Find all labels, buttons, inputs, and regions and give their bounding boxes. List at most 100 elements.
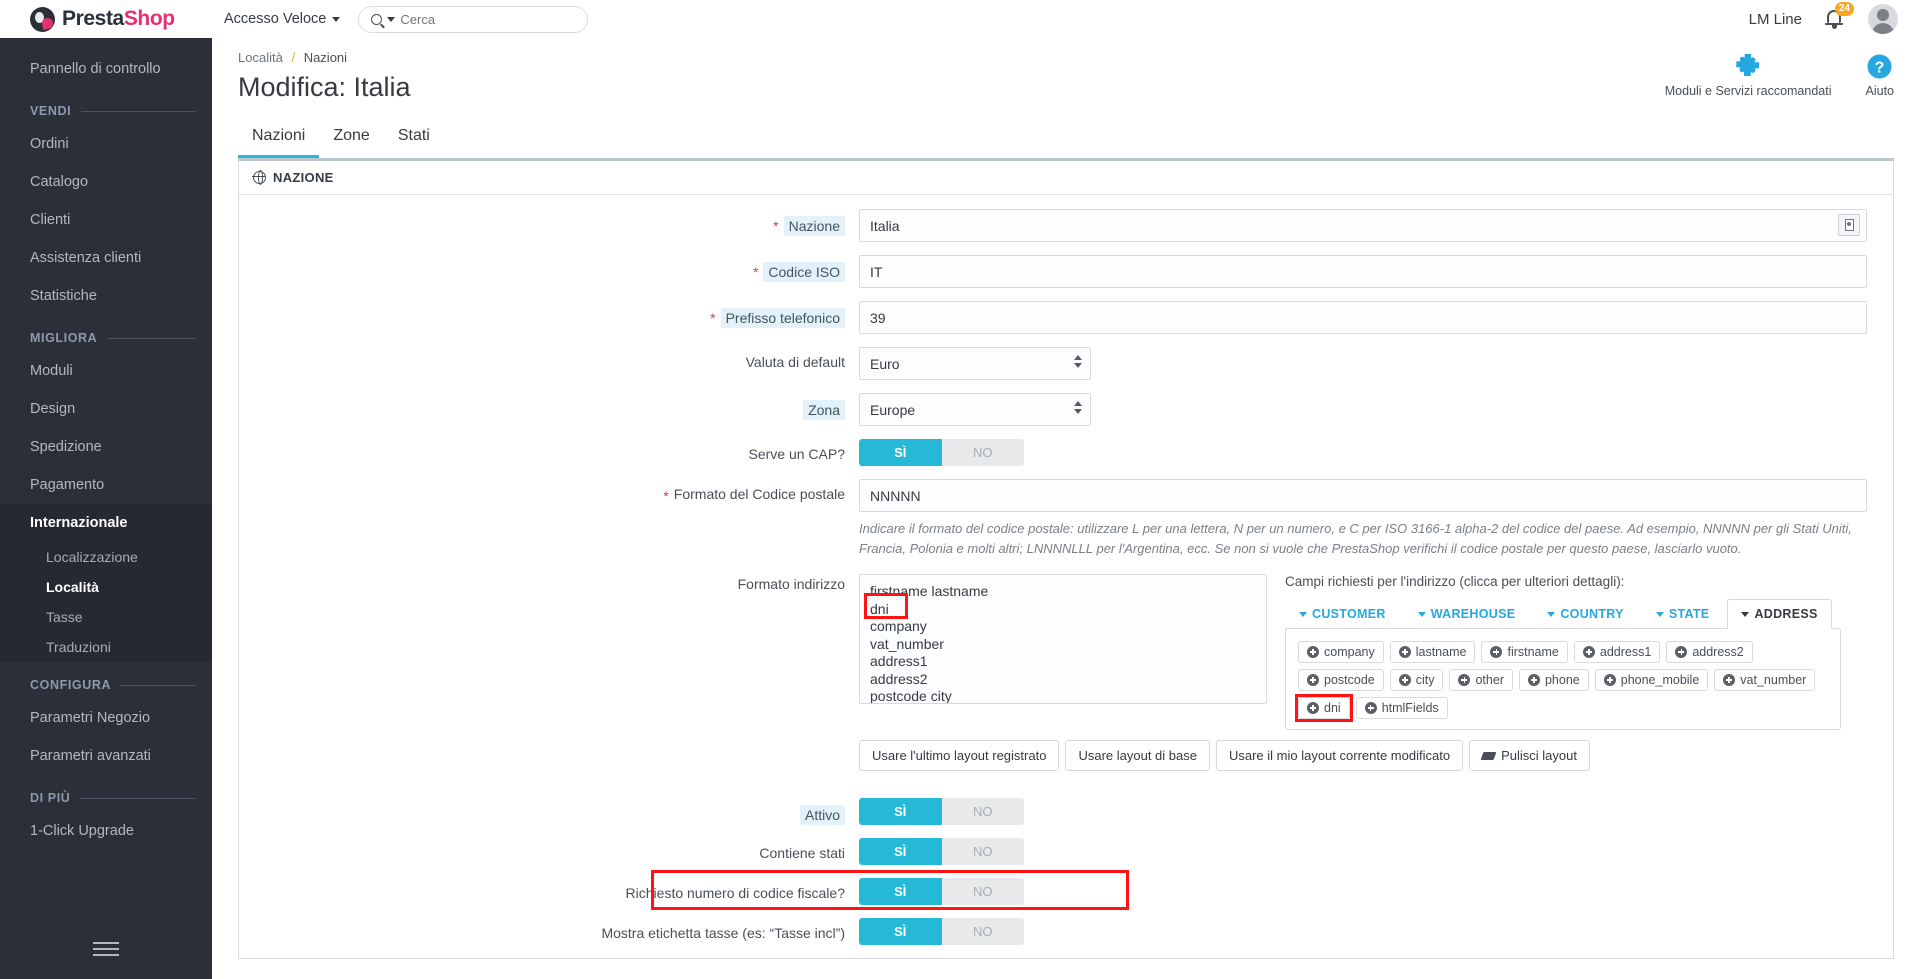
chip-phone-mobile[interactable]: phone_mobile [1594,669,1709,691]
required-asterisk: * [663,488,669,504]
chip-address1[interactable]: address1 [1573,641,1661,663]
breadcrumb-parent[interactable]: Località [238,50,283,65]
chip-address2[interactable]: address2 [1666,641,1753,663]
sidebar-item-payment[interactable]: Pagamento [0,466,212,504]
display-tax-yes[interactable]: SÌ [859,918,942,945]
tab-stati[interactable]: Stati [384,119,444,158]
use-default-layout-button[interactable]: Usare layout di base [1065,740,1210,771]
contains-states-no[interactable]: NO [941,838,1024,865]
needs-zip-no[interactable]: NO [941,439,1024,466]
plus-icon [1675,646,1688,658]
use-current-modified-layout-button[interactable]: Usare il mio layout corrente modificato [1215,740,1464,771]
sidebar-item-customers[interactable]: Clienti [0,201,212,239]
chip-firstname[interactable]: firstname [1481,641,1568,663]
sidebar-subitem-taxes[interactable]: Tasse [0,602,212,632]
tax-id-yes[interactable]: SÌ [859,878,942,905]
sidebar-item-catalog[interactable]: Catalogo [0,163,212,201]
chip-vat-number[interactable]: vat_number [1714,669,1816,691]
recommended-modules-button[interactable]: Moduli e Servizi raccomandati [1665,50,1832,98]
chip-postcode[interactable]: postcode [1298,669,1384,691]
field-tab-address-label: ADDRESS [1754,607,1818,621]
logo-text: PrestaShop [62,7,175,31]
plus-icon [1458,674,1471,686]
iso-control [859,255,1893,288]
sidebar-item-shipping[interactable]: Spedizione [0,428,212,466]
sidebar-section-sell-label: VENDI [30,104,72,118]
field-tab-country[interactable]: COUNTRY [1533,599,1637,628]
language-flag-button[interactable] [1838,214,1860,236]
quick-access-menu[interactable]: Accesso Veloce [224,11,341,27]
search-input[interactable] [400,11,576,27]
top-bar: PrestaShop Accesso Veloce LM Line 24 [0,0,1920,38]
active-no[interactable]: NO [941,798,1024,825]
sidebar-item-orders[interactable]: Ordini [0,125,212,163]
sidebar-item-customer-service[interactable]: Assistenza clienti [0,239,212,277]
field-tab-address[interactable]: ADDRESS [1727,599,1832,629]
needs-zip-toggle[interactable]: SÌ NO [859,439,1024,466]
currency-label-wrap: Valuta di default [239,347,859,370]
chevron-down-icon [332,16,341,22]
address-line: vat_number [870,635,944,652]
field-tab-state[interactable]: STATE [1642,599,1724,628]
tab-nazioni[interactable]: Nazioni [238,119,320,158]
sidebar-collapse-toggle[interactable] [0,919,212,979]
zip-format-input[interactable] [859,479,1867,512]
sidebar-item-dashboard[interactable]: Pannello di controllo [0,50,212,88]
recommended-modules-label: Moduli e Servizi raccomandati [1664,84,1832,98]
clear-layout-button[interactable]: Pulisci layout [1469,740,1590,771]
chip-city[interactable]: city [1389,669,1444,691]
tax-id-no[interactable]: NO [941,878,1024,905]
zone-select[interactable]: Europe [859,393,1091,426]
active-toggle[interactable]: SÌ NO [859,798,1024,825]
sidebar-subitem-locations[interactable]: Località [0,572,212,602]
chip-company[interactable]: company [1298,641,1384,663]
sidebar-subitem-translations[interactable]: Traduzioni [0,632,212,662]
notifications-bell[interactable]: 24 [1824,2,1854,31]
chip-lastname[interactable]: lastname [1389,641,1476,663]
iso-label: Codice ISO [763,262,845,282]
sidebar-subitem-localization[interactable]: Localizzazione [0,542,212,572]
search-scope-chevron-down-icon[interactable] [387,16,396,22]
sidebar-item-stats[interactable]: Statistiche [0,277,212,315]
sidebar-item-design[interactable]: Design [0,390,212,428]
currency-select[interactable]: Euro [859,347,1091,380]
chip-label: vat_number [1740,673,1807,687]
layout-buttons: Usare l'ultimo layout registrato Usare l… [859,740,1867,771]
plus-icon [1527,674,1540,686]
sidebar-item-international[interactable]: Internazionale [0,504,212,542]
chip-dni[interactable]: dni [1295,694,1353,722]
chip-phone[interactable]: phone [1518,669,1589,691]
avatar[interactable] [1868,4,1898,34]
needs-zip-label: Serve un CAP? [748,446,846,462]
needs-zip-yes[interactable]: SÌ [859,439,942,466]
contains-states-yes[interactable]: SÌ [859,838,942,865]
call-prefix-input[interactable] [859,301,1867,334]
field-tab-warehouse[interactable]: WAREHOUSE [1404,599,1530,628]
prestashop-logo[interactable]: PrestaShop [0,0,212,38]
active-yes[interactable]: SÌ [859,798,942,825]
sidebar-item-modules[interactable]: Moduli [0,352,212,390]
field-row-currency: Valuta di default Euro [239,347,1893,380]
tab-zone[interactable]: Zone [319,119,383,158]
country-input[interactable] [859,209,1867,242]
iso-input[interactable] [859,255,1867,288]
tax-id-toggle[interactable]: SÌ NO [859,878,1024,905]
field-row-needs-zip: Serve un CAP? SÌ NO [239,439,1893,466]
search-box[interactable] [358,5,589,33]
call-prefix-label: Prefisso telefonico [720,308,845,328]
contains-states-toggle[interactable]: SÌ NO [859,838,1024,865]
chip-other[interactable]: other [1449,669,1513,691]
field-tab-customer[interactable]: CUSTOMER [1285,599,1400,628]
sidebar-item-advanced-parameters[interactable]: Parametri avanzati [0,737,212,775]
required-asterisk: * [773,218,779,234]
chip-htmlfields[interactable]: htmlFields [1355,697,1448,719]
display-tax-toggle[interactable]: SÌ NO [859,918,1024,945]
sidebar-item-shop-parameters[interactable]: Parametri Negozio [0,699,212,737]
display-tax-no[interactable]: NO [941,918,1024,945]
address-format-textarea[interactable]: firstname lastname dni company vat_numbe… [859,574,1267,704]
help-button[interactable]: ? Aiuto [1866,50,1894,98]
use-last-saved-layout-button[interactable]: Usare l'ultimo layout registrato [859,740,1060,771]
field-tab-customer-label: CUSTOMER [1312,607,1386,621]
sidebar-item-one-click-upgrade[interactable]: 1-Click Upgrade [0,812,212,850]
needs-zip-label-wrap: Serve un CAP? [239,439,859,462]
